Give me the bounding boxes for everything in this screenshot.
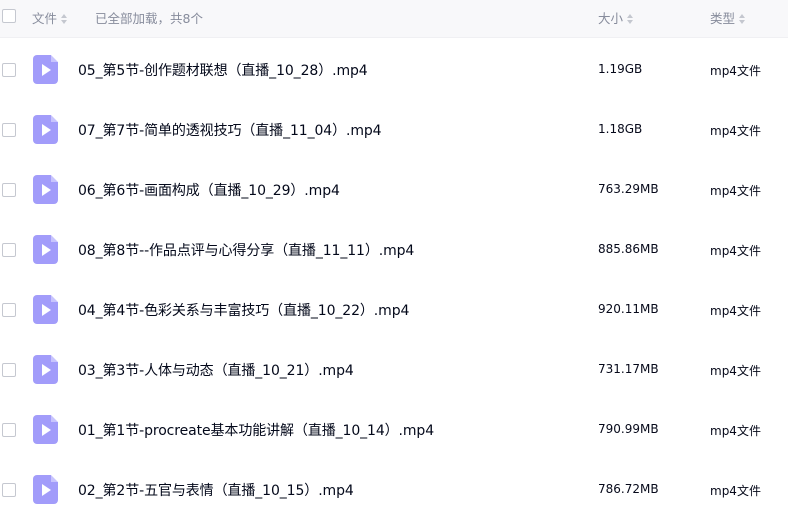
file-row[interactable]: 08_第8节--作品点评与心得分享（直播_11_11）.mp4 885.86MB… <box>0 218 788 278</box>
row-checkbox[interactable] <box>2 423 16 437</box>
file-row[interactable]: 02_第2节-五官与表情（直播_10_15）.mp4 786.72MB mp4文… <box>0 458 788 518</box>
file-name[interactable]: 03_第3节-人体与动态（直播_10_21）.mp4 <box>78 360 354 380</box>
file-row[interactable]: 01_第1节-procreate基本功能讲解（直播_10_14）.mp4 790… <box>0 398 788 458</box>
row-checkbox[interactable] <box>2 303 16 317</box>
sort-by-name-button[interactable]: 文件 <box>32 8 68 27</box>
row-checkbox[interactable] <box>2 183 16 197</box>
file-name[interactable]: 01_第1节-procreate基本功能讲解（直播_10_14）.mp4 <box>78 420 434 440</box>
file-name[interactable]: 07_第7节-简单的透视技巧（直播_11_04）.mp4 <box>78 120 382 140</box>
sort-by-size-button[interactable]: 大小 <box>598 8 634 27</box>
file-size: 1.18GB <box>598 122 643 136</box>
sort-by-type-button[interactable]: 类型 <box>710 8 746 27</box>
file-row[interactable]: 04_第4节-色彩关系与丰富技巧（直播_10_22）.mp4 920.11MB … <box>0 278 788 338</box>
video-file-icon <box>33 295 58 324</box>
file-type: mp4文件 <box>710 124 761 138</box>
file-type: mp4文件 <box>710 484 761 498</box>
file-name[interactable]: 08_第8节--作品点评与心得分享（直播_11_11）.mp4 <box>78 240 414 260</box>
file-row[interactable]: 05_第5节-创作题材联想（直播_10_28）.mp4 1.19GB mp4文件 <box>0 38 788 98</box>
video-file-icon <box>33 355 58 384</box>
file-name[interactable]: 05_第5节-创作题材联想（直播_10_28）.mp4 <box>78 60 368 80</box>
row-checkbox[interactable] <box>2 243 16 257</box>
file-row[interactable]: 06_第6节-画面构成（直播_10_29）.mp4 763.29MB mp4文件 <box>0 158 788 218</box>
file-size: 1.19GB <box>598 62 643 76</box>
column-header-file: 文件 <box>32 11 58 26</box>
file-name[interactable]: 06_第6节-画面构成（直播_10_29）.mp4 <box>78 180 340 200</box>
row-checkbox[interactable] <box>2 63 16 77</box>
sort-icon <box>627 13 634 24</box>
file-name[interactable]: 02_第2节-五官与表情（直播_10_15）.mp4 <box>78 480 354 500</box>
file-size: 763.29MB <box>598 182 659 196</box>
video-file-icon <box>33 55 58 84</box>
video-file-icon <box>33 175 58 204</box>
video-file-icon <box>33 415 58 444</box>
row-checkbox[interactable] <box>2 363 16 377</box>
sort-icon <box>739 13 746 24</box>
load-status-text: 已全部加载，共8个 <box>95 11 203 26</box>
sort-icon <box>61 13 68 24</box>
file-type: mp4文件 <box>710 184 761 198</box>
file-size: 885.86MB <box>598 242 659 256</box>
file-type: mp4文件 <box>710 304 761 318</box>
file-size: 786.72MB <box>598 482 659 496</box>
file-list: 05_第5节-创作题材联想（直播_10_28）.mp4 1.19GB mp4文件… <box>0 38 788 518</box>
file-type: mp4文件 <box>710 64 761 78</box>
file-size: 920.11MB <box>598 302 659 316</box>
column-header-type: 类型 <box>710 11 736 26</box>
file-list-header: 文件 已全部加载，共8个 大小 类型 <box>0 0 788 38</box>
video-file-icon <box>33 235 58 264</box>
row-checkbox[interactable] <box>2 123 16 137</box>
video-file-icon <box>33 115 58 144</box>
file-type: mp4文件 <box>710 244 761 258</box>
video-file-icon <box>33 475 58 504</box>
file-row[interactable]: 03_第3节-人体与动态（直播_10_21）.mp4 731.17MB mp4文… <box>0 338 788 398</box>
select-all-checkbox[interactable] <box>2 9 16 23</box>
file-type: mp4文件 <box>710 424 761 438</box>
file-size: 790.99MB <box>598 422 659 436</box>
column-header-size: 大小 <box>598 11 624 26</box>
file-row[interactable]: 07_第7节-简单的透视技巧（直播_11_04）.mp4 1.18GB mp4文… <box>0 98 788 158</box>
file-size: 731.17MB <box>598 362 659 376</box>
file-type: mp4文件 <box>710 364 761 378</box>
row-checkbox[interactable] <box>2 483 16 497</box>
file-name[interactable]: 04_第4节-色彩关系与丰富技巧（直播_10_22）.mp4 <box>78 300 409 320</box>
